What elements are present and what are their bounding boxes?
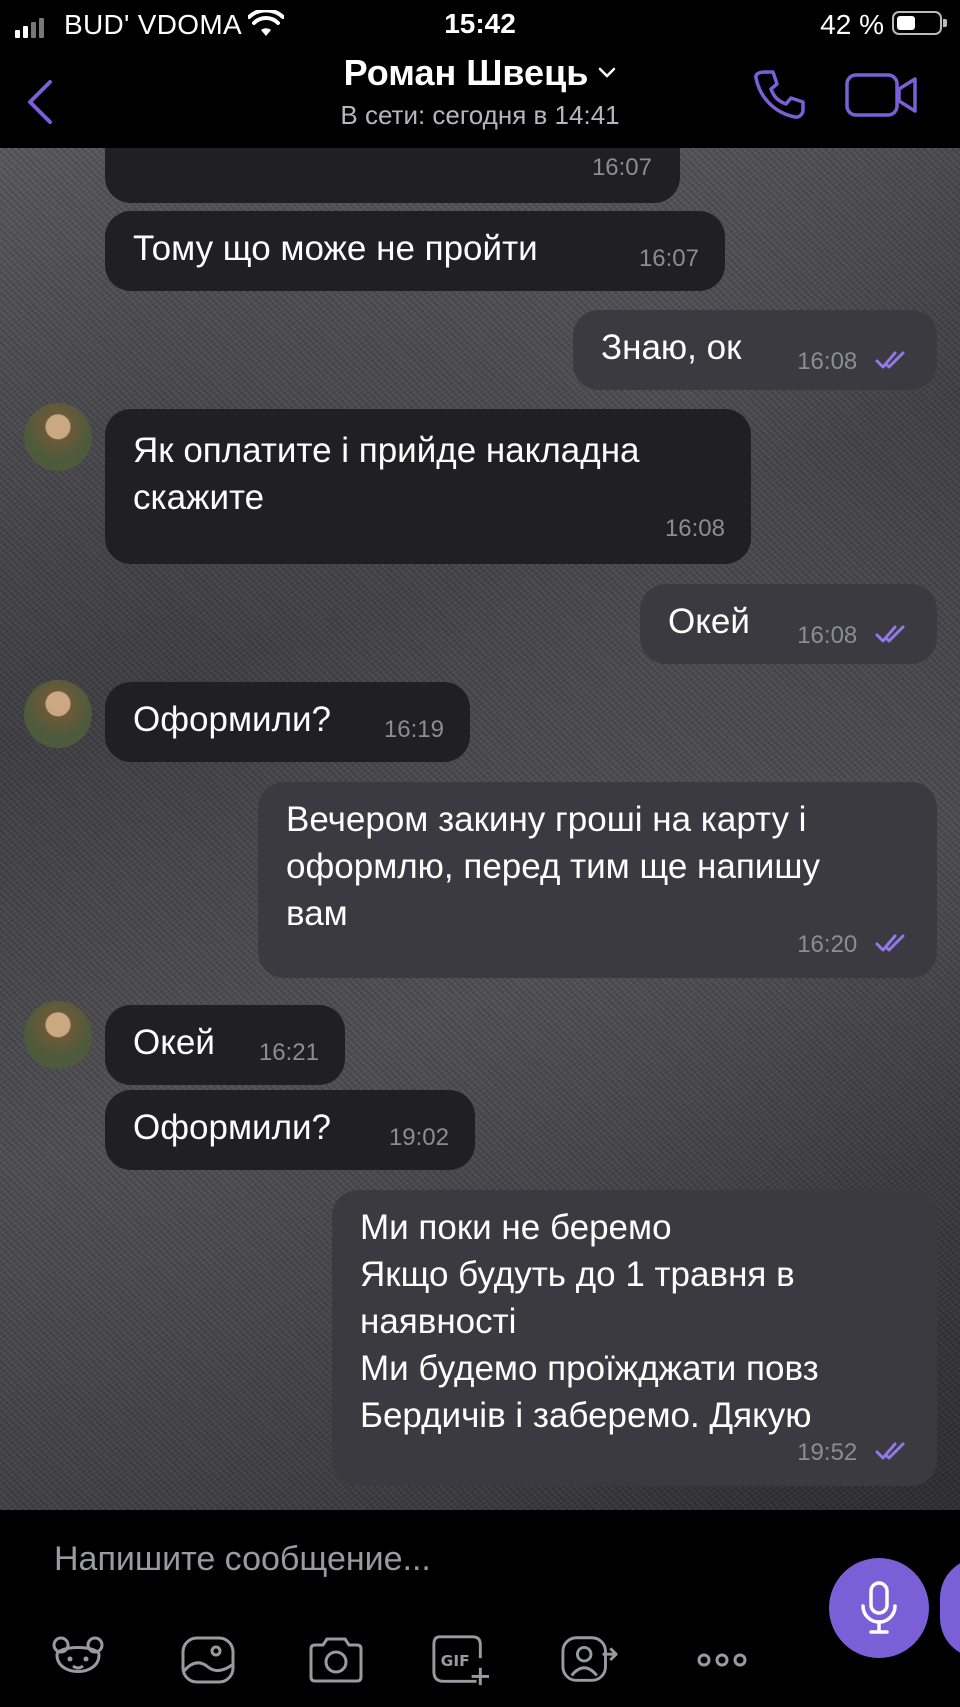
contact-name[interactable]: Роман Швець (344, 52, 589, 94)
message-input[interactable]: Напишите сообщение... (54, 1540, 431, 1579)
more-icon[interactable] (692, 1630, 752, 1690)
message-bubble-incoming[interactable]: Окей 16:21 (105, 1005, 345, 1085)
message-bubble-outgoing[interactable]: Знаю, ок 16:08 (573, 310, 937, 390)
message-bubble-incoming[interactable]: Оформили? 16:19 (105, 682, 470, 762)
contact-avatar[interactable] (24, 680, 92, 748)
message-time: 16:08 (664, 515, 725, 542)
message-time: 19:02 (388, 1124, 449, 1151)
battery-percent: 42 % (820, 9, 884, 40)
contact-name-row[interactable]: Роман Швець (344, 52, 617, 94)
message-composer: Напишите сообщение... GIF (0, 1510, 960, 1707)
message-time: 16:08 (797, 348, 858, 375)
message-bubble-incoming[interactable]: 16:07 (105, 148, 680, 203)
message-time: 16:20 (797, 931, 858, 958)
svg-text:GIF: GIF (441, 1652, 470, 1670)
message-time: 16:19 (383, 716, 444, 743)
message-text: Вечером закину гроші на карту і оформлю,… (286, 800, 820, 933)
sticker-icon[interactable] (48, 1630, 108, 1690)
message-text: Оформили? (133, 700, 332, 739)
gallery-icon[interactable] (178, 1630, 238, 1690)
message-text: Оформили? (133, 1108, 332, 1147)
message-time: 16:08 (797, 622, 858, 649)
read-checkmarks-icon (875, 934, 905, 952)
camera-icon[interactable] (306, 1630, 366, 1690)
message-meta: 19:52 (797, 1425, 911, 1476)
contact-avatar[interactable] (24, 403, 92, 471)
secondary-action-edge[interactable] (940, 1558, 960, 1658)
message-list[interactable]: 16:07 Тому що може не пройти 16:07 Знаю,… (0, 148, 960, 1510)
message-time: 16:21 (258, 1039, 319, 1066)
message-bubble-incoming[interactable]: Як оплатите і прийде накладна скажите 16… (105, 409, 751, 564)
voice-record-button[interactable] (829, 1558, 929, 1658)
contact-avatar[interactable] (24, 1001, 92, 1069)
message-meta: 16:08 (797, 334, 911, 385)
read-checkmarks-icon (875, 351, 905, 369)
chat-header: Роман Швець В сети: сегодня в 14:41 (0, 48, 960, 148)
status-bar: BUD' VDOMA 15:42 42 % (0, 0, 960, 48)
gif-icon[interactable]: GIF (430, 1630, 490, 1690)
message-bubble-incoming[interactable]: Тому що може не пройти 16:07 (105, 211, 725, 291)
message-time: 16:07 (591, 154, 652, 181)
message-text: Тому що може не пройти (133, 229, 538, 268)
message-time: 19:52 (797, 1439, 858, 1466)
message-bubble-outgoing[interactable]: Ми поки не беремо Якщо будуть до 1 травн… (332, 1190, 937, 1486)
message-bubble-outgoing[interactable]: Окей 16:08 (640, 584, 937, 664)
last-seen-status: В сети: сегодня в 14:41 (340, 100, 620, 130)
read-checkmarks-icon (875, 625, 905, 643)
read-checkmarks-icon (875, 1442, 905, 1460)
chevron-down-icon[interactable] (598, 67, 616, 79)
status-time: 15:42 (444, 8, 516, 39)
battery-icon (892, 11, 947, 35)
message-text: Знаю, ок (601, 328, 742, 367)
message-meta: 16:08 (797, 608, 911, 659)
message-bubble-outgoing[interactable]: Вечером закину гроші на карту і оформлю,… (258, 782, 937, 978)
message-text: Ми поки не беремо Якщо будуть до 1 травн… (360, 1208, 819, 1435)
microphone-icon (861, 1581, 897, 1634)
phone-call-icon[interactable] (753, 68, 805, 120)
message-text: Окей (133, 1023, 215, 1062)
contact-info[interactable]: Роман Швець В сети: сегодня в 14:41 (0, 52, 960, 131)
message-bubble-incoming[interactable]: Оформили? 19:02 (105, 1090, 475, 1170)
message-meta: 16:20 (797, 917, 911, 968)
share-contact-icon[interactable] (560, 1630, 620, 1690)
message-time: 16:07 (638, 245, 699, 272)
message-text: Як оплатите і прийде накладна скажите (133, 431, 640, 517)
video-call-icon[interactable] (845, 72, 919, 118)
message-text: Окей (668, 602, 750, 641)
